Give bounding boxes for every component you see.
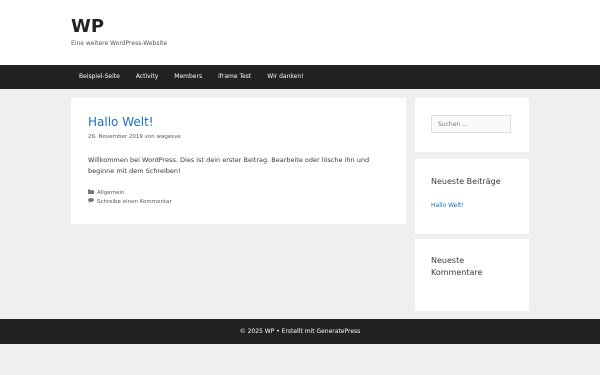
post-content: Willkommen bei WordPress. Dies ist dein … xyxy=(88,156,370,175)
site-header: WP Eine weitere WordPress-Website xyxy=(0,0,600,65)
post-category-link[interactable]: Allgemein xyxy=(97,189,124,198)
recent-comments-widget: Neueste Kommentare xyxy=(415,239,529,311)
site-footer: © 2025 WP • Erstellt mit GeneratePress xyxy=(0,319,600,344)
comment-icon xyxy=(88,198,95,207)
content-area: Hallo Welt! 26. November 2019 von wagesv… xyxy=(0,89,600,319)
site-description: Eine weitere WordPress-Website xyxy=(71,40,168,47)
post-comment-link[interactable]: Schreibe einen Kommentar xyxy=(97,198,172,207)
post-date[interactable]: 26. November 2019 xyxy=(88,134,143,140)
main-navigation: Beispiel-Seite Activity Members iframe T… xyxy=(0,65,600,89)
folder-icon xyxy=(88,189,95,198)
nav-item-wir-danken[interactable]: Wir danken! xyxy=(259,65,311,89)
post-article: Hallo Welt! 26. November 2019 von wagesv… xyxy=(71,98,406,224)
recent-posts-title: Neueste Beiträge xyxy=(431,177,501,186)
search-input[interactable] xyxy=(431,115,511,133)
post-author[interactable]: wagesve xyxy=(156,134,180,140)
post-footer: Allgemein Schreibe einen Kommentar xyxy=(88,189,172,207)
nav-item-activity[interactable]: Activity xyxy=(128,65,166,89)
recent-post-link[interactable]: Hallo Welt! xyxy=(431,202,464,209)
nav-item-members[interactable]: Members xyxy=(166,65,210,89)
site-title[interactable]: WP xyxy=(71,16,104,37)
post-title[interactable]: Hallo Welt! xyxy=(88,115,154,129)
recent-posts-widget: Neueste Beiträge Hallo Welt! xyxy=(415,159,529,234)
search-widget xyxy=(415,98,529,152)
post-meta: 26. November 2019 von wagesve xyxy=(88,134,181,140)
recent-comments-title: Neueste Kommentare xyxy=(431,256,483,277)
footer-text: © 2025 WP • Erstellt mit GeneratePress xyxy=(239,328,361,335)
nav-item-iframe-test[interactable]: iframe Test xyxy=(210,65,259,89)
nav-item-beispiel-seite[interactable]: Beispiel-Seite xyxy=(71,65,128,89)
post-by-label: von xyxy=(144,134,155,140)
page-bottom-area xyxy=(0,344,600,375)
